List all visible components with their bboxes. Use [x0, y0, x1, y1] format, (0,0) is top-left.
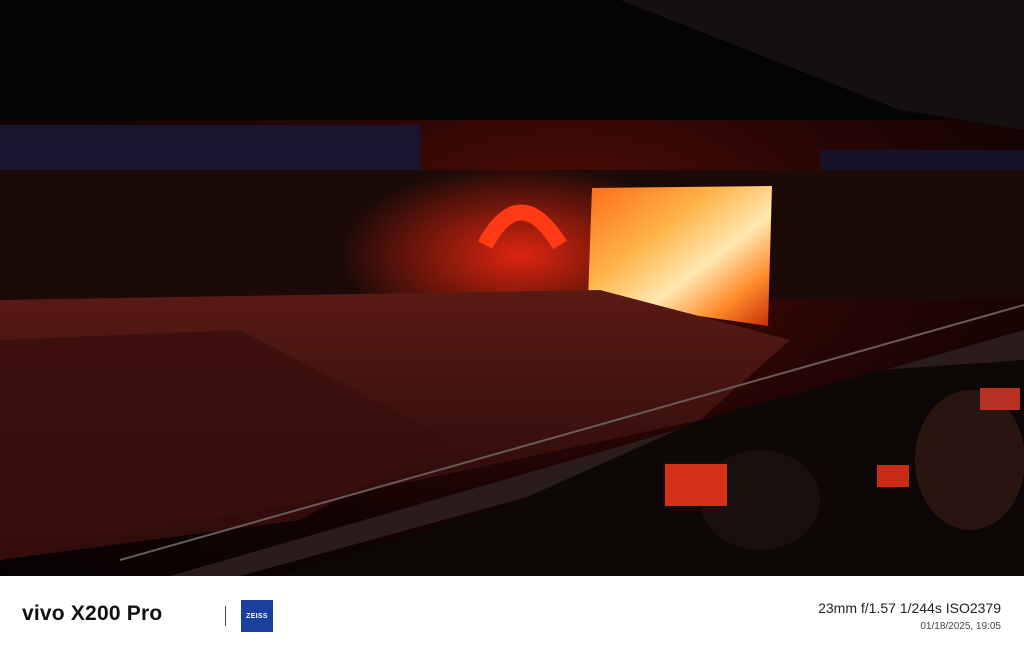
brand-label: vivo X200 Pro: [22, 602, 163, 625]
phone-screen: [663, 462, 729, 508]
spectator-head: [915, 390, 1024, 530]
zeiss-logo: ZEISS: [241, 600, 273, 632]
upper-stand-left: [0, 125, 420, 170]
footer-divider: [225, 606, 226, 626]
concert-scene: [0, 0, 1024, 576]
phone-screen: [980, 388, 1020, 410]
phone-screen: [877, 465, 909, 487]
camera-specs: 23mm f/1.57 1/244s ISO2379: [818, 600, 1001, 616]
capture-datetime: 01/18/2025, 19:05: [920, 621, 1001, 632]
concert-photo: [0, 0, 1024, 576]
